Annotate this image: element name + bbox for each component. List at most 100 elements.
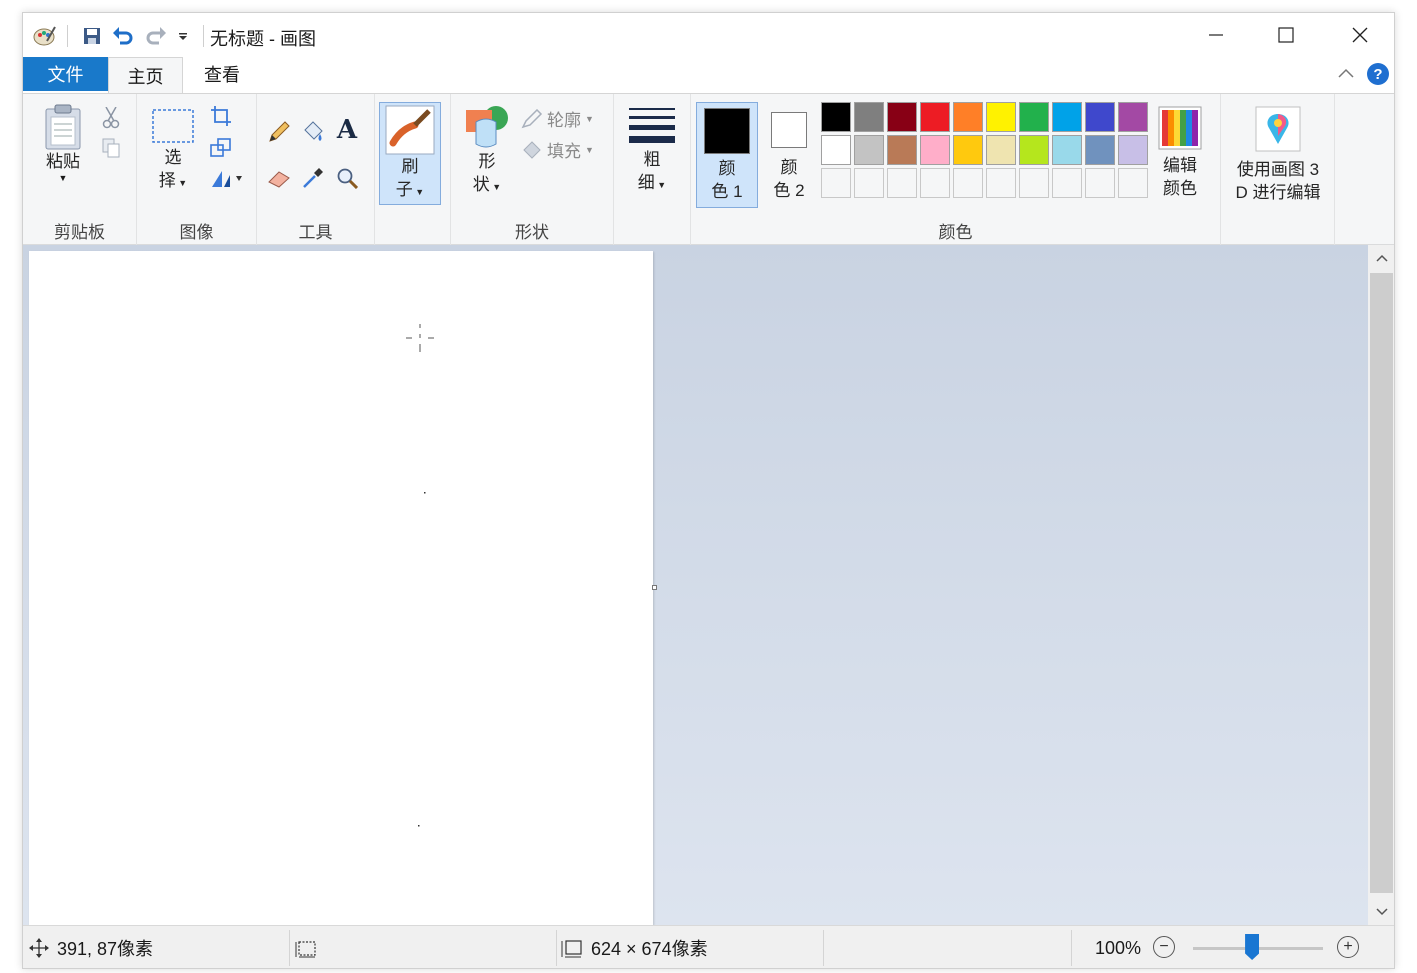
palette-swatch[interactable] [854,102,884,132]
undo-icon[interactable] [111,23,135,49]
select-label-bottom: 择 [158,171,176,190]
palette-swatch[interactable] [920,102,950,132]
move-cursor-icon [29,938,49,958]
palette-swatch[interactable] [986,102,1016,132]
palette-swatch[interactable] [1118,102,1148,132]
group-shapes: 形 状 ▼ 轮廓 ▼ 填充 ▼ 形状 [451,94,614,246]
dropdown-arrow-icon: ▼ [585,113,594,124]
magnifier-icon[interactable] [335,166,359,190]
color2-button[interactable]: 颜 色 2 [761,102,817,208]
palette-swatch[interactable] [1019,102,1049,132]
edit-with-paint3d-button[interactable]: 使用画图 3 D 进行编辑 [1225,106,1331,204]
palette-swatch[interactable] [953,135,983,165]
save-icon[interactable] [81,23,103,49]
drawing-canvas[interactable] [29,251,653,925]
eraser-icon[interactable] [267,166,291,190]
palette-swatch[interactable] [1019,135,1049,165]
dropdown-arrow-icon: ▼ [585,144,594,155]
palette-swatch[interactable] [1085,102,1115,132]
zoom-in-icon[interactable]: + [1337,936,1359,958]
palette-swatch[interactable] [887,102,917,132]
separator [1071,930,1072,966]
palette-swatch-empty[interactable] [821,168,851,198]
palette-swatch[interactable] [1118,135,1148,165]
palette-swatch[interactable] [986,135,1016,165]
canvas-resize-handle[interactable] [652,585,657,590]
edit-colors-button[interactable]: 编辑 颜色 [1155,106,1205,200]
copy-icon[interactable] [99,136,123,160]
size-button[interactable]: 粗 细 ▼ [624,104,680,197]
palette-swatch-empty[interactable] [1118,168,1148,198]
color2-label-bottom: 色 2 [773,181,805,200]
cut-icon[interactable] [99,106,123,130]
app-icon[interactable] [33,23,57,49]
outline-dropdown[interactable]: 轮廓 ▼ [521,106,594,131]
zoom-out-icon[interactable]: − [1153,936,1175,958]
close-icon[interactable] [1325,13,1394,57]
color-picker-icon[interactable] [301,166,325,190]
group-tools: A 工具 [257,94,375,246]
collapse-ribbon-icon[interactable] [1337,65,1355,83]
palette-swatch[interactable] [1085,135,1115,165]
palette-swatch[interactable] [821,102,851,132]
customize-icon[interactable] [175,23,191,49]
color1-swatch [704,108,750,154]
scrollbar-thumb[interactable] [1370,273,1393,893]
window-title: 无标题 - 画图 [210,29,316,49]
palette-swatch-empty[interactable] [953,168,983,198]
palette-swatch[interactable] [887,135,917,165]
palette-swatch[interactable] [920,135,950,165]
paste-button[interactable]: 粘贴 ▼ [37,104,89,183]
pencil-icon[interactable] [267,120,291,144]
palette-swatch[interactable] [953,102,983,132]
palette-swatch-empty[interactable] [920,168,950,198]
vertical-scrollbar[interactable] [1368,245,1394,925]
group-image: 选 择 ▼ 图像 [137,94,257,246]
palette-swatch-empty[interactable] [854,168,884,198]
brushes-button[interactable]: 刷 子 ▼ [379,102,441,205]
redo-icon[interactable] [144,23,168,49]
shapes-icon [466,106,508,148]
dropdown-arrow-icon: ▼ [175,178,188,188]
color1-label-bottom: 色 1 [711,182,743,201]
fill-bucket-icon[interactable] [301,120,325,144]
brushes-label-top: 刷 [401,157,419,176]
dropdown-arrow-icon: ▼ [412,187,425,197]
select-icon [152,109,194,143]
palette-swatch-empty[interactable] [986,168,1016,198]
edit-colors-icon [1158,106,1202,150]
palette-swatch[interactable] [854,135,884,165]
shapes-label-bottom: 状 [472,175,490,194]
resize-icon[interactable] [209,136,233,160]
zoom-slider-thumb[interactable] [1245,934,1260,960]
palette-swatch-empty[interactable] [1085,168,1115,198]
palette-swatch[interactable] [1052,135,1082,165]
minimize-icon[interactable] [1181,13,1251,57]
tab-file[interactable]: 文件 [23,57,108,91]
scroll-down-icon[interactable] [1368,899,1394,925]
text-icon[interactable]: A [335,115,359,145]
cursor-position-text: 391, 87像素 [57,939,154,959]
tab-view[interactable]: 查看 [186,57,258,91]
crop-icon[interactable] [209,104,233,128]
color1-button[interactable]: 颜 色 1 [696,102,758,208]
fill-dropdown[interactable]: 填充 ▼ [521,137,594,162]
palette-swatch-empty[interactable] [1052,168,1082,198]
rotate-icon[interactable] [209,166,245,190]
help-icon[interactable]: ? [1367,63,1389,85]
selection-size-icon [295,941,316,958]
palette-swatch[interactable] [821,135,851,165]
maximize-icon[interactable] [1251,13,1321,57]
group-label-shapes: 形状 [515,223,549,242]
palette-swatch[interactable] [1052,102,1082,132]
select-label-bottom-row: 择 ▼ [159,169,187,195]
scroll-up-icon[interactable] [1368,245,1394,271]
selection-size [295,926,317,968]
select-button[interactable]: 选 择 ▼ [149,108,197,195]
tab-home[interactable]: 主页 [108,57,183,94]
shapes-button[interactable]: 形 状 ▼ [463,104,511,199]
cursor-position: 391, 87像素 [29,926,154,968]
palette-swatch-empty[interactable] [1019,168,1049,198]
palette-swatch-empty[interactable] [887,168,917,198]
dropdown-arrow-icon: ▼ [58,173,68,183]
